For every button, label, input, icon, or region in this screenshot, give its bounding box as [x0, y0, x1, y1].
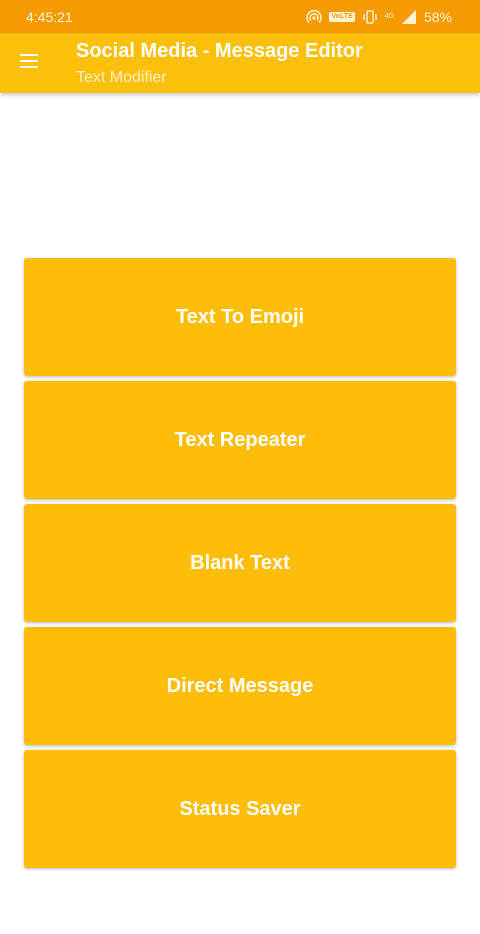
- hamburger-menu-icon[interactable]: [20, 54, 40, 72]
- text-repeater-button[interactable]: Text Repeater: [24, 381, 456, 499]
- battery-percent: 58%: [423, 8, 452, 25]
- status-bar: 4:45:21 VoLTE 4G 58%: [0, 0, 480, 33]
- app-bar: Social Media - Message Editor Text Modif…: [0, 33, 480, 93]
- menu-list: Text To Emoji Text Repeater Blank Text D…: [24, 258, 456, 873]
- status-icons: VoLTE 4G 58%: [306, 9, 452, 25]
- text-to-emoji-button[interactable]: Text To Emoji: [24, 258, 456, 376]
- status-time: 4:45:21: [26, 8, 73, 25]
- app-title: Social Media - Message Editor: [76, 40, 363, 62]
- volte-icon: VoLTE: [329, 11, 355, 22]
- hotspot-icon: [306, 9, 323, 23]
- direct-message-button[interactable]: Direct Message: [24, 627, 456, 745]
- signal-icon: [401, 9, 416, 24]
- status-saver-button[interactable]: Status Saver: [24, 750, 456, 868]
- vibrate-icon: [362, 9, 377, 24]
- blank-text-button[interactable]: Blank Text: [24, 504, 456, 622]
- network-type-label: 4G: [384, 13, 394, 20]
- app-subtitle: Text Modifier: [76, 69, 167, 86]
